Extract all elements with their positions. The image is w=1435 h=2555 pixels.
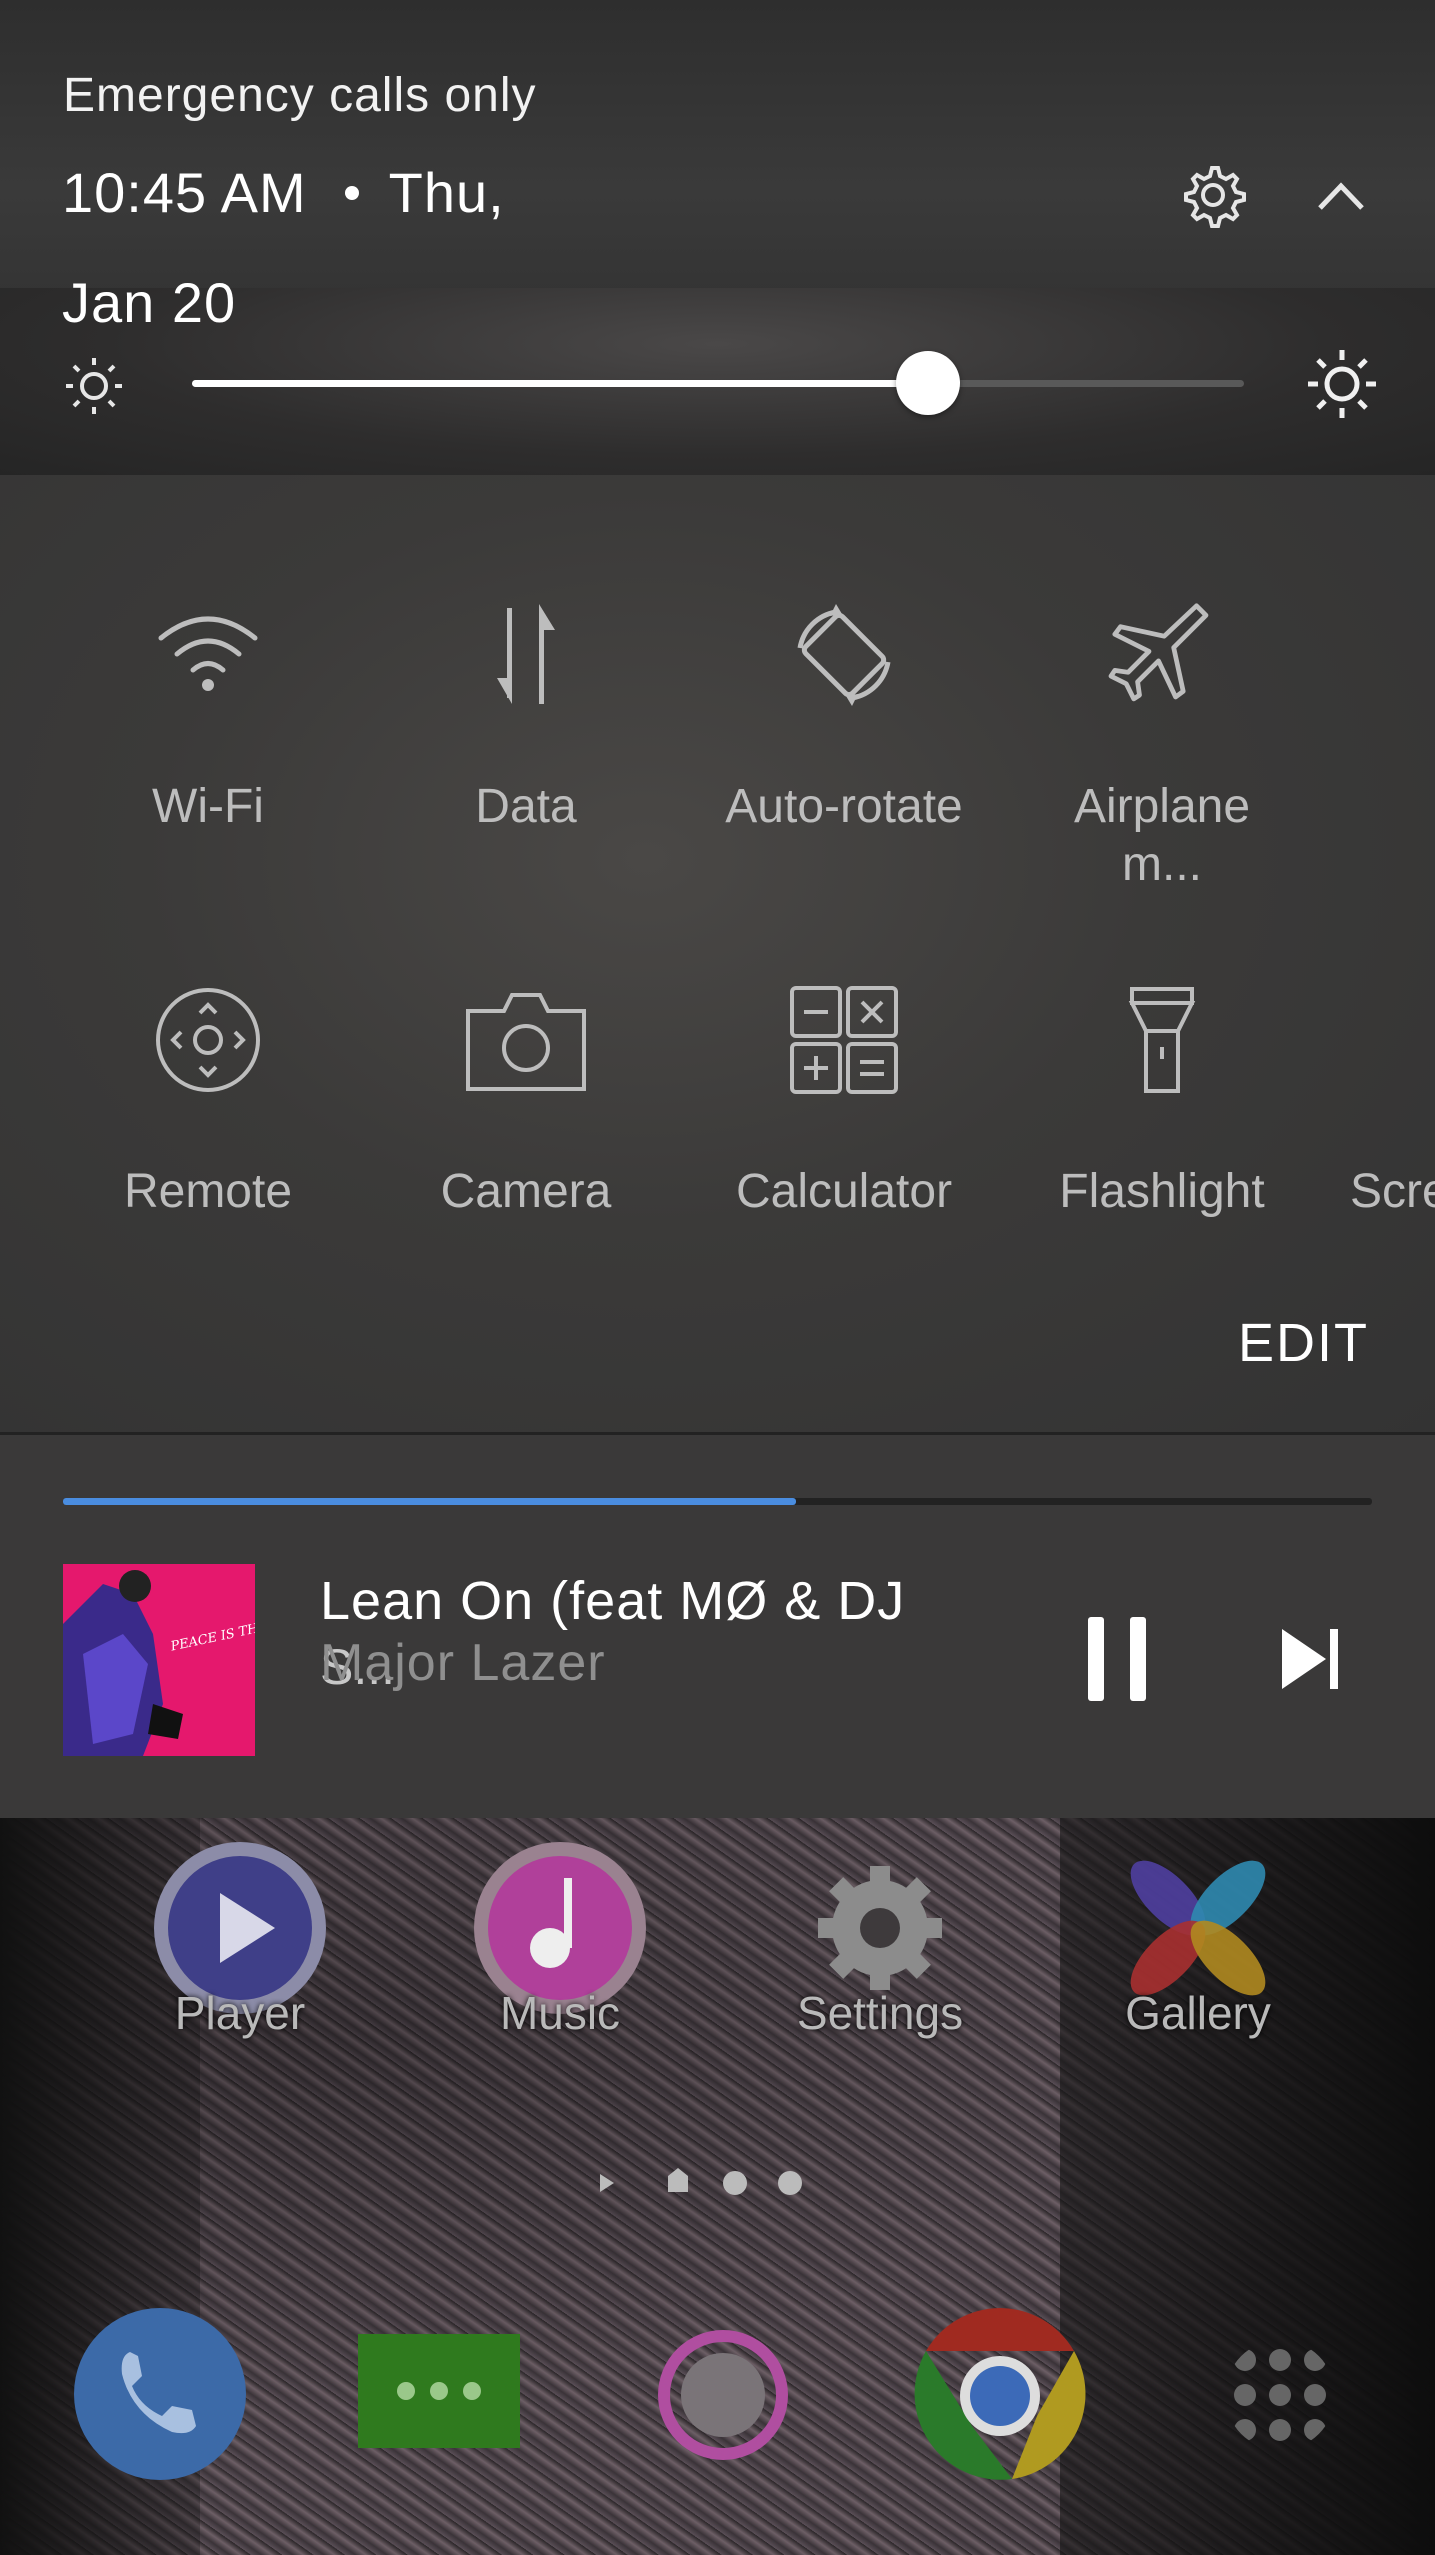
tile-label-flashlight: Flashlight	[1059, 1165, 1265, 1218]
tile-camera[interactable]: Camera	[376, 985, 676, 1221]
app-label-gallery: Gallery	[1125, 1987, 1271, 2039]
messages-icon[interactable]	[354, 2330, 524, 2452]
brightness-slider-fill	[192, 380, 929, 387]
clock-date: 10:45 AM Thu,	[62, 160, 505, 225]
app-label-music: Music	[499, 1987, 621, 2039]
app-gallery[interactable]: Gallery	[1088, 1838, 1308, 2040]
camera-icon	[466, 993, 586, 1091]
date-label: Jan 20	[62, 271, 237, 334]
camera-app-icon[interactable]	[658, 2330, 788, 2460]
day-label: Thu,	[388, 161, 505, 224]
brightness-low-icon	[66, 358, 122, 414]
pause-icon[interactable]	[1084, 1615, 1152, 1703]
track-artist: Major Lazer	[320, 1634, 606, 1692]
tile-wifi[interactable]: Wi-Fi	[58, 600, 358, 836]
data-arrows-icon	[497, 604, 555, 704]
track-title: Lean On (feat MØ & DJ	[320, 1571, 906, 1631]
tile-label-data: Data	[475, 780, 577, 833]
tile-flashlight[interactable]: Flashlight	[1012, 985, 1312, 1221]
brightness-slider-thumb[interactable]	[896, 351, 961, 415]
tile-label-airplane-line2: m...	[1122, 838, 1202, 891]
tile-airplane[interactable]: Airplane m...	[1012, 600, 1312, 894]
app-label-player: Player	[174, 1987, 306, 2039]
notification-header: Emergency calls only 10:45 AM Thu, Jan 20	[0, 0, 1435, 475]
tile-data[interactable]: Data	[376, 600, 676, 836]
home-screen-background: Player Music Settings Gallery	[0, 1818, 1435, 2555]
skip-next-icon[interactable]	[1280, 1627, 1340, 1691]
app-music[interactable]: Music	[450, 1838, 670, 2040]
collapse-chevron-icon[interactable]	[1306, 166, 1376, 226]
tile-label-airplane: Airplane m...	[1012, 778, 1312, 894]
flashlight-icon	[1128, 987, 1196, 1093]
carrier-status: Emergency calls only	[63, 69, 537, 122]
brightness-high-icon	[1308, 350, 1376, 418]
airplane-icon	[1108, 603, 1209, 702]
app-settings[interactable]: Settings	[770, 1838, 990, 2040]
tile-label-wifi: Wi-Fi	[152, 780, 264, 833]
tile-label-screen: Scre	[1350, 1165, 1435, 1218]
tile-label-auto-rotate: Auto-rotate	[725, 780, 963, 833]
tile-label-calculator: Calculator	[735, 1165, 953, 1218]
tile-screen-partial[interactable]: Scre	[1330, 985, 1435, 1221]
media-progress-bar	[63, 1498, 1372, 1505]
auto-rotate-icon	[797, 604, 891, 706]
tile-auto-rotate[interactable]: Auto-rotate	[694, 600, 994, 836]
tile-calculator[interactable]: Calculator	[694, 985, 994, 1221]
tile-label-airplane-line1: Airplane	[1073, 780, 1251, 833]
remote-icon	[156, 988, 260, 1092]
page-indicator	[600, 2168, 802, 2195]
tile-remote[interactable]: Remote	[58, 985, 358, 1221]
separator-dot	[344, 186, 359, 201]
media-progress-fill	[63, 1498, 797, 1505]
clock-time: 10:45 AM	[62, 161, 307, 224]
edit-tiles-button[interactable]: EDIT	[1238, 1312, 1369, 1374]
quick-settings-panel: Wi-Fi Data Auto-rotate Airplane m... Rem…	[0, 475, 1435, 1433]
app-player[interactable]: Player	[130, 1838, 350, 2040]
tile-label-remote: Remote	[123, 1165, 293, 1218]
wifi-icon	[158, 616, 258, 691]
phone-icon[interactable]	[72, 2306, 248, 2482]
media-notification[interactable]: PEACE IS THE MISSION Lean On (feat MØ & …	[0, 1435, 1435, 1818]
app-drawer-icon[interactable]	[1225, 2340, 1335, 2450]
album-art: PEACE IS THE MISSION	[63, 1564, 255, 1756]
app-label-settings: Settings	[796, 1987, 964, 2039]
tile-label-camera: Camera	[440, 1165, 612, 1218]
settings-gear-icon[interactable]	[1178, 160, 1248, 230]
brightness-slider[interactable]	[192, 351, 1244, 415]
calculator-icon	[790, 986, 898, 1094]
chrome-icon[interactable]	[912, 2306, 1088, 2482]
